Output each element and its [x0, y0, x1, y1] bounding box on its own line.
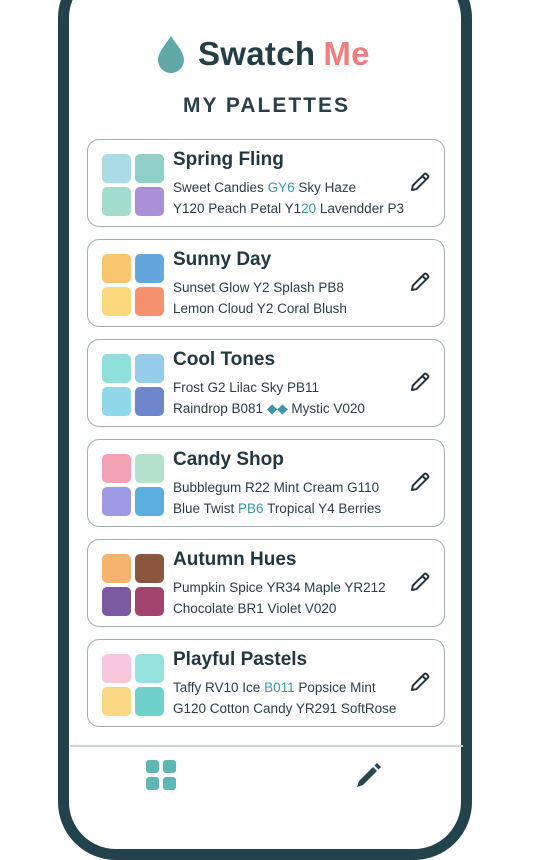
palette-swatches [102, 354, 164, 416]
color-swatch [102, 654, 131, 683]
color-swatch [102, 554, 131, 583]
color-code: 20 [301, 201, 317, 216]
palette-name: Playful Pastels [173, 649, 308, 670]
palette-card[interactable]: Playful Pastels Taffy RV10 Ice B011 Popsi… [87, 639, 445, 727]
edit-pencil-icon[interactable] [351, 757, 385, 791]
palette-swatches [102, 254, 164, 316]
color-swatch [102, 487, 131, 516]
palette-colors-line1: Taffy RV10 Ice B011 Popsice Mint [173, 680, 376, 695]
color-text: Mystic V020 [287, 401, 365, 416]
color-swatch [135, 254, 164, 283]
page-title: MY PALETTES [182, 94, 351, 117]
edit-pencil-icon[interactable] [408, 270, 432, 294]
grid-cell [146, 760, 159, 773]
palette-swatches [102, 454, 164, 516]
edit-pencil-icon[interactable] [408, 470, 432, 494]
palette-swatches [102, 554, 164, 616]
color-swatch [135, 654, 164, 683]
palette-swatches [102, 154, 164, 216]
app-logo: Swatch Me [156, 34, 370, 74]
palette-colors-line2: Y120 Peach Petal Y120 Lavendder P3 [173, 201, 404, 216]
palette-colors-line1: Pumpkin Spice YR34 Maple YR212 [173, 580, 386, 595]
palette-name: Candy Shop [173, 449, 284, 470]
color-text: Tropical Y4 Berries [263, 501, 382, 516]
palette-colors-line2: Chocolate BR1 Violet V020 [173, 601, 336, 616]
edit-pencil-icon[interactable] [408, 570, 432, 594]
color-code: PB6 [238, 501, 264, 516]
palettes-grid-icon[interactable] [146, 760, 176, 790]
color-swatch [135, 687, 164, 716]
color-text: Chocolate BR1 Violet V020 [173, 601, 337, 616]
edit-pencil-icon[interactable] [408, 370, 432, 394]
color-text: G120 Cotton Candy YR291 SoftRose [173, 701, 397, 716]
palette-colors-line2: Raindrop B081 ◆◆ Mystic V020 [173, 401, 365, 417]
color-swatch [135, 154, 164, 183]
color-text: Pumpkin Spice YR34 Maple YR212 [173, 580, 386, 595]
color-text: Sweet Candies [173, 180, 268, 195]
palette-name: Autumn Hues [173, 549, 297, 570]
edit-pencil-icon[interactable] [408, 170, 432, 194]
color-swatch [102, 587, 131, 616]
color-text: Blue Twist [173, 501, 239, 516]
color-text: Lavendder P3 [316, 201, 404, 216]
color-text: Raindrop B081 [173, 401, 267, 416]
color-swatch [102, 687, 131, 716]
color-swatch [135, 587, 164, 616]
palette-colors-line1: Frost G2 Lilac Sky PB11 [173, 380, 319, 395]
app-name: Swatch Me [198, 35, 370, 73]
color-text: Frost G2 Lilac Sky PB11 [173, 380, 320, 395]
palette-card[interactable]: Cool Tones Frost G2 Lilac Sky PB11 Raindro… [87, 339, 445, 427]
palette-colors-line1: Sunset Glow Y2 Splash PB8 [173, 280, 344, 295]
palette-colors-line2: G120 Cotton Candy YR291 SoftRose [173, 701, 396, 716]
palette-colors-line2: Blue Twist PB6 Tropical Y4 Berries [173, 501, 381, 516]
color-text: Taffy RV10 Ice [173, 680, 265, 695]
palette-card[interactable]: Sunny Day Sunset Glow Y2 Splash PB8 Lemon … [87, 239, 445, 327]
color-text: Bubblegum R22 Mint Cream G110 [173, 480, 380, 495]
color-text: Popsice Mint [294, 680, 376, 695]
color-text: Sunset Glow Y2 Splash PB8 [173, 280, 344, 295]
palette-card[interactable]: Spring Fling Sweet Candies GY6 Sky Haze Y1… [87, 139, 445, 227]
color-swatch [102, 387, 131, 416]
palette-colors-line2: Lemon Cloud Y2 Coral Blush [173, 301, 347, 316]
water-drop-icon [158, 36, 184, 73]
palette-name: Sunny Day [173, 249, 272, 270]
app-name-part1: Swatch [198, 35, 316, 72]
grid-cell [146, 777, 159, 790]
edit-pencil-icon[interactable] [408, 670, 432, 694]
color-swatch [135, 287, 164, 316]
color-swatch [102, 187, 131, 216]
palette-name: Cool Tones [173, 349, 276, 370]
grid-cell [163, 760, 176, 773]
palette-card[interactable]: Autumn Hues Pumpkin Spice YR34 Maple YR21… [87, 539, 445, 627]
app-name-part2: Me [323, 35, 370, 72]
color-swatch [135, 387, 164, 416]
color-text: Lemon Cloud Y2 Coral Blush [173, 301, 347, 316]
color-swatch [135, 187, 164, 216]
palette-card[interactable]: Candy Shop Bubblegum R22 Mint Cream G110 B… [87, 439, 445, 527]
grid-cell [163, 777, 176, 790]
palette-colors-line1: Bubblegum R22 Mint Cream G110 [173, 480, 379, 495]
color-text: Y120 Peach Petal Y1 [173, 201, 302, 216]
color-swatch [135, 554, 164, 583]
palette-swatches [102, 654, 164, 716]
color-swatch [102, 287, 131, 316]
phone-frame [58, 0, 472, 860]
color-swatch [135, 454, 164, 483]
color-swatch [135, 354, 164, 383]
color-text: Sky Haze [294, 180, 357, 195]
palette-name: Spring Fling [173, 149, 284, 170]
color-swatch [135, 487, 164, 516]
color-swatch [102, 254, 131, 283]
color-swatch [102, 454, 131, 483]
color-swatch [102, 154, 131, 183]
palette-colors-line1: Sweet Candies GY6 Sky Haze [173, 180, 356, 195]
color-code: GY6 [267, 180, 295, 195]
color-code: B011 [264, 680, 295, 695]
color-swatch [102, 354, 131, 383]
bottom-nav-divider [70, 745, 463, 747]
color-code: ◆◆ [266, 401, 288, 416]
